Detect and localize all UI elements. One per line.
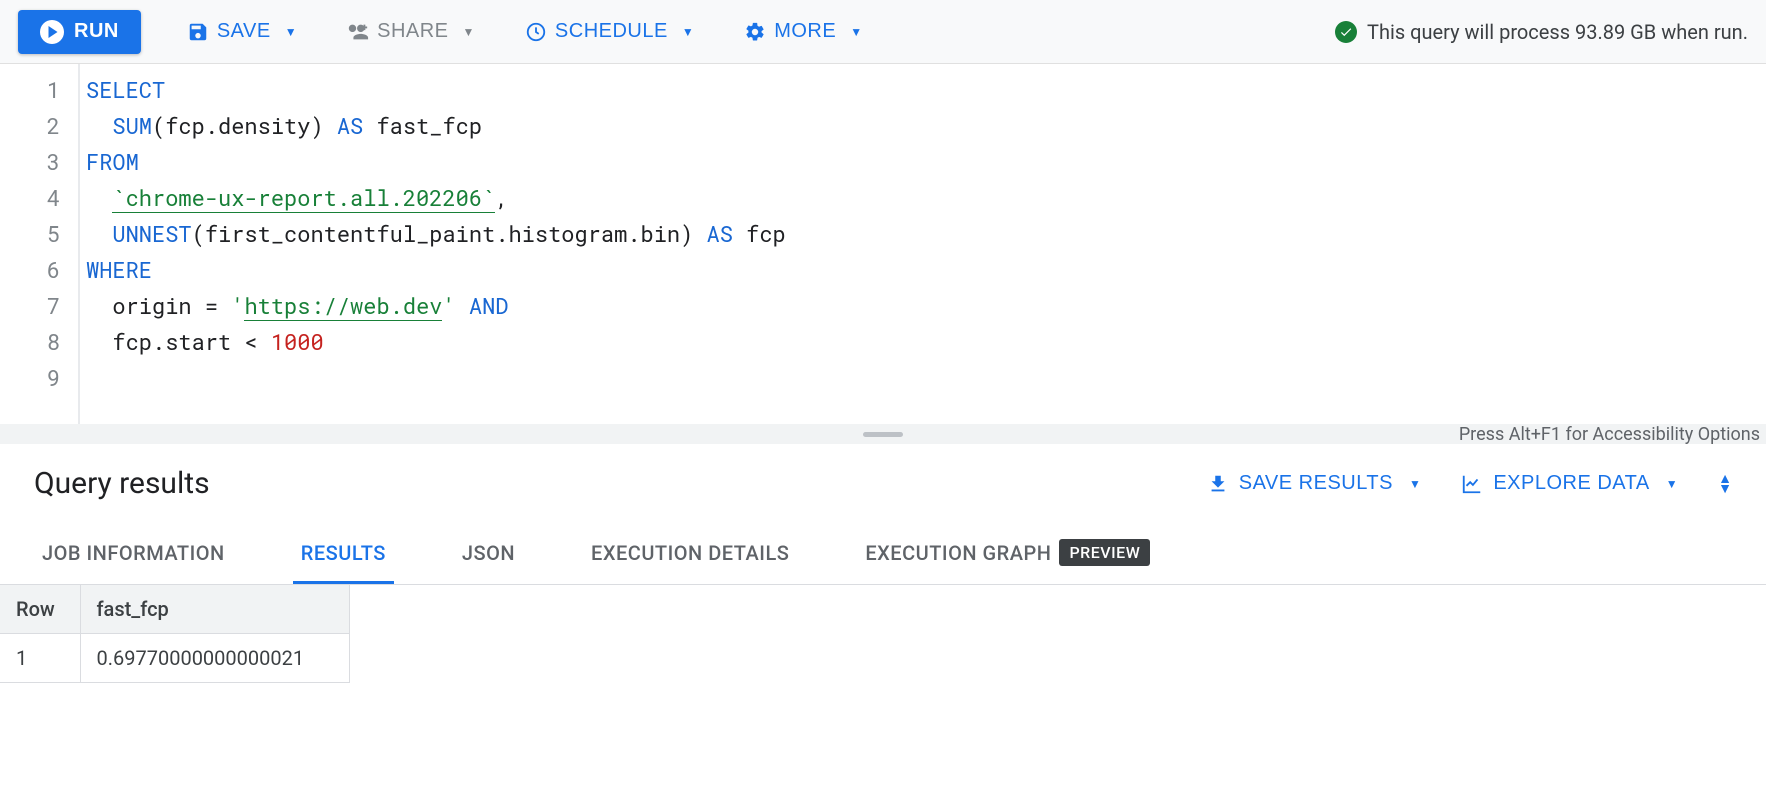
header-fast-fcp: fast_fcp: [80, 585, 350, 634]
share-label: SHARE: [377, 20, 448, 43]
play-icon: [40, 20, 64, 44]
more-button[interactable]: MORE ▼: [740, 14, 866, 49]
header-row: Row: [0, 585, 80, 634]
results-table: Row fast_fcp 1 0.69770000000000021: [0, 585, 350, 683]
resize-divider[interactable]: Press Alt+F1 for Accessibility Options: [0, 424, 1766, 444]
clock-icon: [525, 21, 547, 43]
schedule-button[interactable]: SCHEDULE ▼: [521, 14, 698, 49]
table-header-row: Row fast_fcp: [0, 585, 350, 634]
line-gutter: 1 2 3 4 5 6 7 8 9: [0, 64, 78, 424]
check-icon: [1335, 21, 1357, 43]
save-results-button[interactable]: SAVE RESULTS ▼: [1207, 472, 1422, 495]
run-button[interactable]: RUN: [18, 10, 141, 54]
toolbar: RUN SAVE ▼ SHARE ▼ SCHEDULE ▼ MORE ▼ Thi…: [0, 0, 1766, 64]
sql-editor[interactable]: 1 2 3 4 5 6 7 8 9 SELECT SUM(fcp.density…: [0, 64, 1766, 424]
chevron-down-icon: ▼: [850, 25, 862, 39]
status-message: This query will process 93.89 GB when ru…: [1335, 20, 1748, 44]
results-title: Query results: [34, 466, 1167, 501]
save-results-label: SAVE RESULTS: [1239, 472, 1393, 495]
cell-fast-fcp: 0.69770000000000021: [80, 634, 350, 683]
chart-icon: [1461, 473, 1483, 495]
tab-results[interactable]: RESULTS: [293, 525, 394, 584]
a11y-hint: Press Alt+F1 for Accessibility Options: [1459, 424, 1760, 445]
chevron-down-icon: ▼: [285, 25, 297, 39]
save-button[interactable]: SAVE ▼: [183, 14, 301, 49]
tab-execution-details[interactable]: EXECUTION DETAILS: [583, 525, 797, 584]
drag-handle-icon: [863, 432, 903, 437]
chevron-down-icon: ▼: [463, 25, 475, 39]
tab-job-information[interactable]: JOB INFORMATION: [34, 525, 233, 584]
download-icon: [1207, 473, 1229, 495]
more-label: MORE: [774, 20, 836, 43]
share-icon: [347, 21, 369, 43]
status-text: This query will process 93.89 GB when ru…: [1367, 20, 1748, 44]
tab-json[interactable]: JSON: [454, 525, 523, 584]
chevron-down-icon: ▼: [1666, 477, 1678, 491]
explore-data-button[interactable]: EXPLORE DATA ▼: [1461, 472, 1678, 495]
results-header: Query results SAVE RESULTS ▼ EXPLORE DAT…: [0, 444, 1766, 523]
chevron-down-icon: ▼: [1718, 485, 1732, 493]
expand-collapse-button[interactable]: ▲ ▼: [1718, 475, 1732, 493]
gear-icon: [744, 21, 766, 43]
cell-rownum: 1: [0, 634, 80, 683]
chevron-down-icon: ▼: [1409, 477, 1421, 491]
save-label: SAVE: [217, 20, 271, 43]
schedule-label: SCHEDULE: [555, 20, 668, 43]
chevron-down-icon: ▼: [682, 25, 694, 39]
explore-data-label: EXPLORE DATA: [1493, 472, 1649, 495]
results-tabs: JOB INFORMATION RESULTS JSON EXECUTION D…: [0, 523, 1766, 585]
tab-execution-graph[interactable]: EXECUTION GRAPH PREVIEW: [857, 523, 1158, 585]
code-content[interactable]: SELECT SUM(fcp.density) AS fast_fcp FROM…: [78, 64, 1766, 424]
share-button[interactable]: SHARE ▼: [343, 14, 479, 49]
run-label: RUN: [74, 20, 119, 43]
save-icon: [187, 21, 209, 43]
preview-badge: PREVIEW: [1059, 539, 1150, 566]
table-row[interactable]: 1 0.69770000000000021: [0, 634, 350, 683]
